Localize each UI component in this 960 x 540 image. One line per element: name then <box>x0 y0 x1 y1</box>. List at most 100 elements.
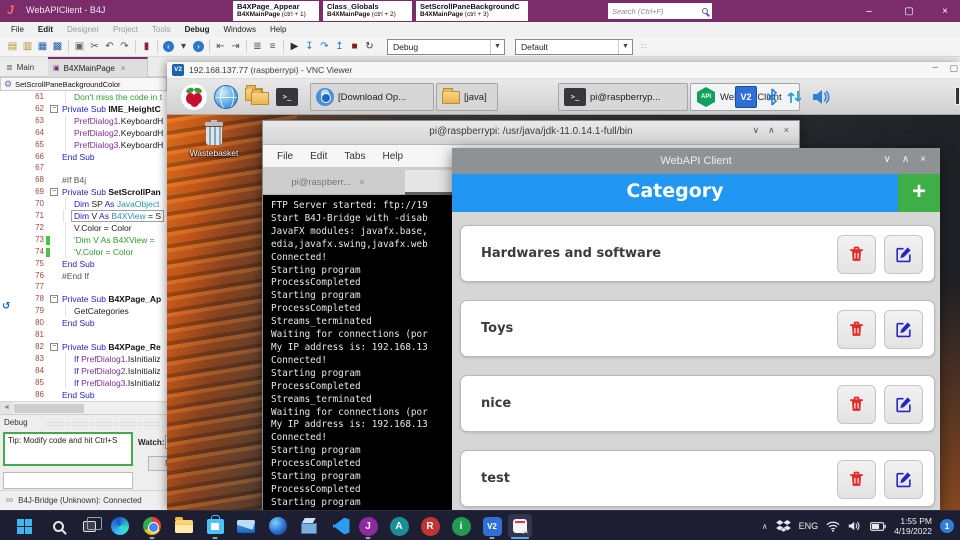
taskbar-b4i-button[interactable]: i <box>449 514 473 538</box>
vnc-server-tray-icon[interactable]: V2 <box>735 86 757 108</box>
undo-icon[interactable]: ↶ <box>102 38 117 56</box>
menu-windows[interactable]: Windows <box>217 25 263 34</box>
redo-icon[interactable]: ↷ <box>117 38 132 56</box>
bluetooth-icon[interactable] <box>766 88 778 106</box>
pi-menu-button[interactable] <box>180 83 208 111</box>
dropbox-icon[interactable] <box>775 519 791 533</box>
outdent-icon[interactable]: ⇤ <box>213 38 228 56</box>
horizontal-scrollbar[interactable]: ◄ <box>0 401 167 414</box>
bookmark-icon[interactable]: ▮ <box>139 38 154 56</box>
editor-shortcut-tab[interactable]: B4XPage_Appear B4XMainPage (ctrl + 1) <box>233 1 319 21</box>
fold-collapse-icon[interactable]: − <box>50 295 58 304</box>
taskbar-virtualbox-button[interactable] <box>297 514 321 538</box>
maximize-button[interactable]: ▢ <box>894 0 924 22</box>
terminal-titlebar[interactable]: pi@raspberrypi: /usr/java/jdk-11.0.14.1-… <box>263 121 799 145</box>
code-editor[interactable]: 61 Don't miss the code in t 62− Private Sub… <box>0 91 167 401</box>
shade-button[interactable]: ∨ <box>884 154 891 165</box>
battery-icon[interactable] <box>870 521 886 531</box>
tab-b4xmainpage[interactable]: ▣ B4XMainPage × <box>48 57 148 77</box>
copy-icon[interactable]: ▣ <box>72 38 87 56</box>
sub-selector-dropdown[interactable]: ⚙ SetScrollPaneBackgroundColor <box>0 77 167 91</box>
build-mode-combo[interactable]: Debug ▼ <box>387 38 505 55</box>
step-into-icon[interactable]: ↧ <box>302 38 317 56</box>
pi-file-manager-button[interactable] <box>244 83 272 111</box>
comment-icon[interactable]: ≣ <box>250 38 265 56</box>
menu-tabs[interactable]: Tabs <box>344 151 365 162</box>
uncomment-icon[interactable]: ≡ <box>265 38 280 56</box>
search-input[interactable]: Search (Ctrl+F) <box>608 3 712 19</box>
taskbar-b4r-button[interactable]: R <box>418 514 442 538</box>
network-updown-icon[interactable] <box>787 89 803 105</box>
editor-shortcut-tab[interactable]: Class_Globals B4XMainPage (ctrl + 2) <box>323 1 412 21</box>
vnc-titlebar[interactable]: V2 192.168.137.77 (raspberrypi) - VNC Vi… <box>167 62 960 79</box>
step-out-icon[interactable]: ↥ <box>332 38 347 56</box>
taskbar-b4a-button[interactable]: A <box>387 514 411 538</box>
minimize-button[interactable]: – <box>854 0 884 22</box>
close-button[interactable]: × <box>920 154 926 165</box>
terminal-tab-inactive[interactable]: pi@raspberr... × <box>269 170 387 195</box>
ide-titlebar[interactable]: J WebAPIClient - B4J B4XPage_Appear B4XMa… <box>0 0 960 22</box>
keyboard-language[interactable]: ENG <box>799 521 819 531</box>
taskbar-firefox-button[interactable] <box>266 514 290 538</box>
menu-file[interactable]: File <box>277 151 293 162</box>
scrollbar-thumb[interactable] <box>14 404 84 413</box>
menu-help[interactable]: Help <box>382 151 403 162</box>
menu-edit[interactable]: Edit <box>310 151 327 162</box>
menu-project[interactable]: Project <box>106 25 145 34</box>
tab-main-module[interactable]: ≣ Main <box>0 57 48 77</box>
pi-browser-button[interactable] <box>212 83 240 111</box>
fold-collapse-icon[interactable]: − <box>50 104 58 113</box>
edit-category-button[interactable] <box>884 235 923 274</box>
maximize-button-partial[interactable]: ▢ <box>949 63 958 74</box>
maximize-button[interactable]: ∧ <box>902 154 909 165</box>
cut-icon[interactable]: ✂ <box>87 38 102 56</box>
restart-icon[interactable]: ↻ <box>362 38 377 56</box>
taskbar-b4j-button[interactable]: J <box>356 514 380 539</box>
taskbar-chrome-button[interactable] <box>140 514 164 539</box>
tray-chevron-icon[interactable]: ∧ <box>762 522 768 531</box>
pi-terminal-button[interactable]: >_ <box>273 83 301 111</box>
webapi-titlebar[interactable]: WebAPI Client ∨ ∧ × <box>452 148 940 174</box>
pi-task-chromium[interactable]: [Download Op... <box>310 83 434 111</box>
fold-collapse-icon[interactable]: − <box>50 188 58 197</box>
taskbar-start-button[interactable] <box>12 514 36 538</box>
fold-collapse-icon[interactable]: − <box>50 342 58 351</box>
maximize-button[interactable]: ∧ <box>768 125 775 136</box>
menu-tools[interactable]: Tools <box>145 25 178 34</box>
run-icon[interactable]: ▶ <box>287 38 302 56</box>
taskbar-mail-button[interactable] <box>234 514 258 538</box>
taskbar-vnc-viewer-button[interactable]: V2 <box>480 514 504 539</box>
wastebasket-desktop-icon[interactable]: Wastebasket <box>189 120 239 158</box>
shade-button[interactable]: ∨ <box>753 125 760 136</box>
scroll-left-arrow-icon[interactable]: ◄ <box>0 402 13 414</box>
new-file-icon[interactable]: ▤ <box>5 38 20 56</box>
open-project-icon[interactable]: ▥ <box>20 38 35 56</box>
delete-category-button[interactable] <box>837 385 876 424</box>
delete-category-button[interactable] <box>837 310 876 349</box>
volume-icon[interactable] <box>812 89 832 105</box>
taskbar-task-view-button[interactable] <box>77 514 102 538</box>
step-over-icon[interactable]: ↷ <box>317 38 332 56</box>
taskbar-snipping-tool-button[interactable] <box>508 514 532 539</box>
edit-category-button[interactable] <box>884 385 923 424</box>
taskbar-edge-button[interactable] <box>108 514 132 538</box>
delete-category-button[interactable] <box>837 460 876 499</box>
save-icon[interactable]: ▦ <box>35 38 50 56</box>
menu-file[interactable]: File <box>4 25 31 34</box>
stop-icon[interactable]: ■ <box>347 38 362 56</box>
save-all-icon[interactable]: ▩ <box>50 38 65 56</box>
navigate-forward-icon[interactable]: › <box>193 41 204 52</box>
delete-category-button[interactable] <box>837 235 876 274</box>
menu-debug[interactable]: Debug <box>178 25 217 34</box>
add-category-button[interactable]: + <box>898 174 940 212</box>
minimize-button[interactable]: – <box>932 62 938 73</box>
close-button[interactable]: × <box>784 125 789 136</box>
close-tab-icon[interactable]: × <box>121 64 126 73</box>
taskbar-clock[interactable]: 1:55 PM 4/19/2022 <box>894 516 932 536</box>
menu-designer[interactable]: Designer <box>60 25 106 34</box>
menu-help[interactable]: Help <box>263 25 293 34</box>
edit-category-button[interactable] <box>884 460 923 499</box>
volume-icon[interactable] <box>848 520 862 532</box>
notification-badge[interactable]: 1 <box>940 519 954 533</box>
taskbar-search-button[interactable] <box>46 514 70 538</box>
